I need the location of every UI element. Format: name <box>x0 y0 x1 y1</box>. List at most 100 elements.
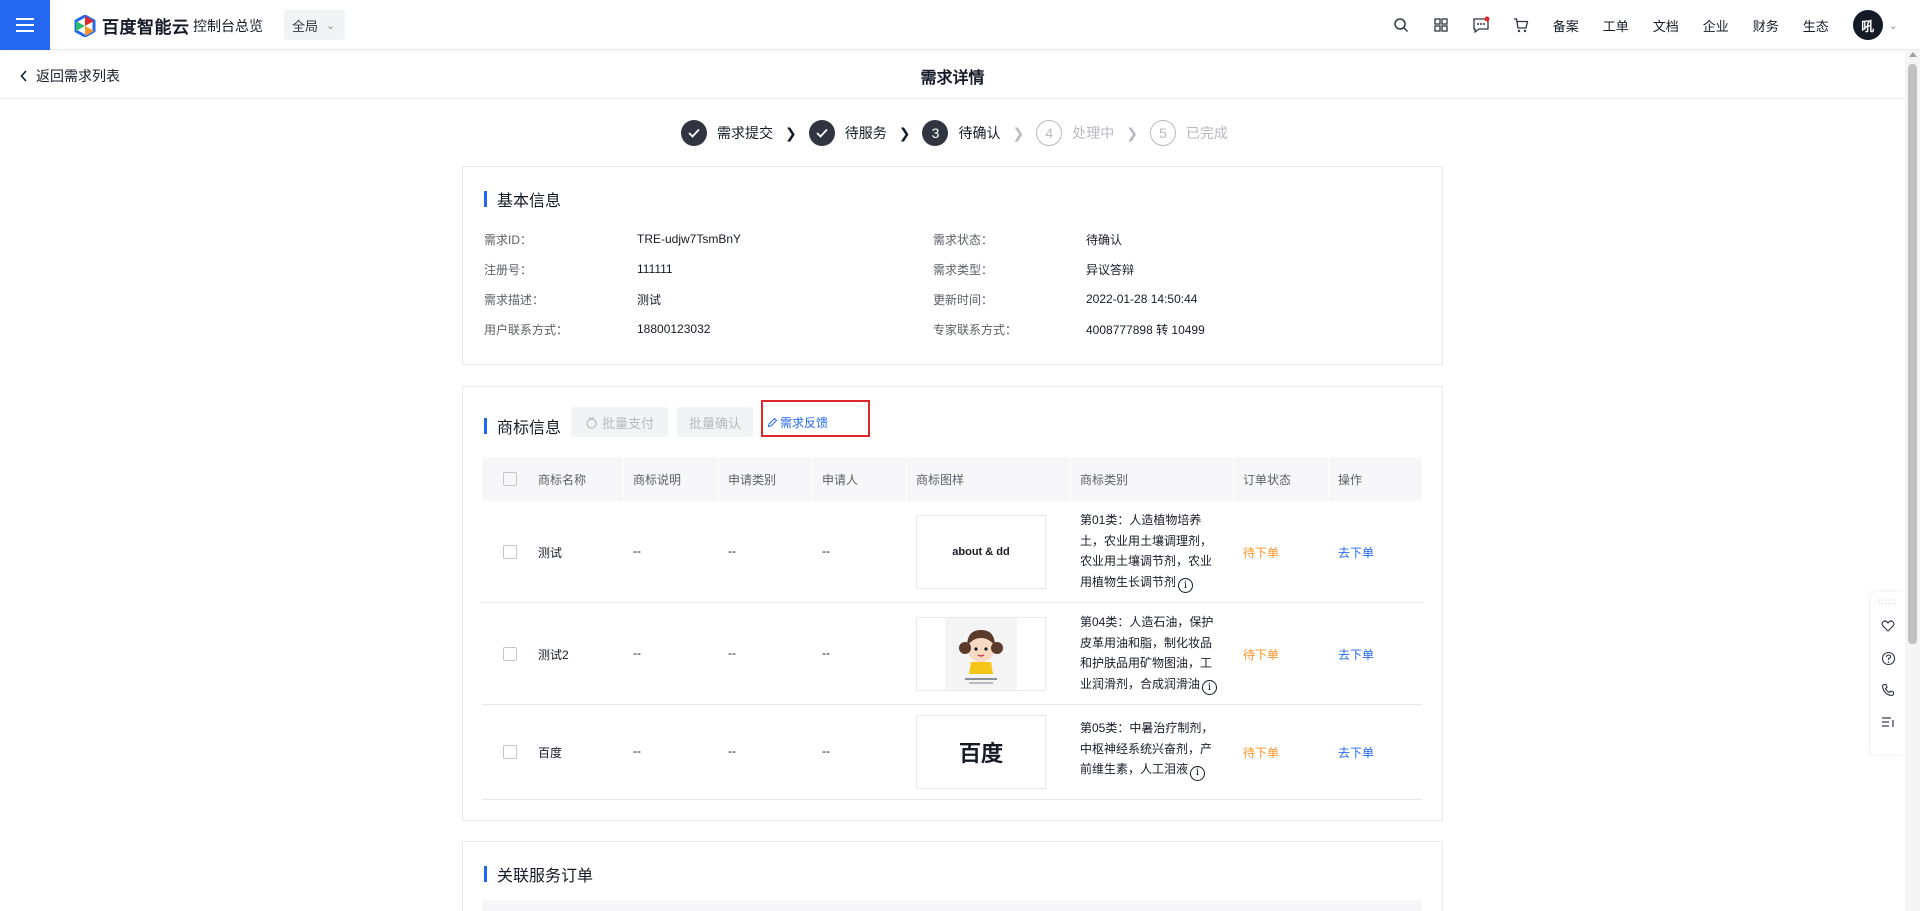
applicant: -- <box>822 744 830 758</box>
step-label: 待确认 <box>958 125 1001 141</box>
info-key: 需求类型： <box>933 262 994 277</box>
trademark-desc: -- <box>633 646 641 660</box>
apply-class: -- <box>728 646 736 660</box>
class-text: 第01类：人造植物培养土，农业用土壤调理剂，农业用土壤调节剂，农业用植物生长调节… <box>1080 513 1213 589</box>
batch-pay-button[interactable]: 批量支付 <box>571 407 668 437</box>
row-checkbox[interactable] <box>503 545 517 559</box>
feedback-list-button[interactable] <box>1871 706 1905 738</box>
info-value: TRE-udjw7TsmBnY <box>637 232 742 246</box>
brand-logo[interactable]: 百度智能云 <box>74 13 190 38</box>
messages-button[interactable] <box>1461 0 1501 50</box>
scrollbar-thumb[interactable] <box>1908 64 1917 644</box>
info-grid: 需求ID： TRE-udjw7TsmBnY 需求状态： 待确认 注册号： 111… <box>484 224 1424 344</box>
step-label: 待服务 <box>844 125 887 141</box>
chevron-right-icon: ❯ <box>1126 124 1138 141</box>
top-navbar: 百度智能云 控制台总览 全局 ⌄ 备案 工单 文档 企业 财务 生态 吼 ⌄ <box>0 0 1920 50</box>
class-text: 第04类：人造石油，保护皮革用油和脂，制化妆品和护肤品用矿物图油，工业润滑剂，合… <box>1080 615 1214 691</box>
row-checkbox[interactable] <box>503 647 517 661</box>
brand-name: 百度智能云 <box>102 18 190 37</box>
column-divider <box>1070 457 1071 501</box>
info-icon[interactable]: i <box>1202 680 1218 696</box>
info-key: 注册号： <box>484 262 533 277</box>
order-status: 待下单 <box>1243 648 1280 662</box>
column-divider <box>812 457 813 501</box>
favorite-button[interactable] <box>1871 610 1905 642</box>
info-key: 更新时间： <box>933 292 994 307</box>
baidu-cloud-logo-icon <box>74 14 96 37</box>
info-value: 111111 <box>637 262 673 276</box>
nav-enterprise[interactable]: 企业 <box>1703 16 1729 35</box>
order-status: 待下单 <box>1243 746 1280 760</box>
col-header: 商标图样 <box>916 473 965 487</box>
help-button[interactable] <box>1871 642 1905 674</box>
hamburger-menu-button[interactable] <box>0 0 50 50</box>
floating-help-panel: :::::: <box>1871 592 1905 754</box>
edit-icon <box>767 417 778 428</box>
page-title: 需求详情 <box>920 70 985 87</box>
col-header: 申请类别 <box>728 473 777 487</box>
column-divider <box>1328 457 1329 501</box>
chevron-down-icon[interactable]: ⌄ <box>1889 19 1898 32</box>
trademark-info-card: 商标信息 批量支付 批量确认 需求反馈 商标名称 商标说明 申请类别 申请人 商… <box>462 386 1443 821</box>
message-icon <box>1473 16 1490 34</box>
column-divider <box>1233 457 1234 501</box>
title-accent-bar <box>484 418 487 434</box>
trademark-class: 第05类：中暑治疗制剂，中枢神经系统兴奋剂，产前维生素，人工泪液 i <box>1080 718 1220 781</box>
info-icon[interactable]: i <box>1190 765 1206 781</box>
info-key: 需求ID： <box>484 232 533 247</box>
scroll-up-arrow-icon[interactable] <box>1909 52 1917 57</box>
trademark-name: 百度 <box>538 746 563 760</box>
place-order-link[interactable]: 去下单 <box>1338 646 1374 663</box>
user-avatar[interactable]: 吼 <box>1852 10 1883 40</box>
trademark-preview: 百度 <box>916 715 1046 789</box>
place-order-link[interactable]: 去下单 <box>1338 744 1374 761</box>
list-icon <box>1882 717 1894 727</box>
row-checkbox[interactable] <box>503 745 517 759</box>
step-5: 5 已完成 <box>1149 120 1228 146</box>
heart-icon <box>1881 620 1895 632</box>
cart-icon <box>1513 18 1529 33</box>
batch-pay-label: 批量支付 <box>601 415 654 431</box>
chevron-right-icon: ❯ <box>898 124 911 141</box>
step-label: 已完成 <box>1185 125 1228 141</box>
nav-ecosystem[interactable]: 生态 <box>1803 16 1829 35</box>
products-button[interactable] <box>1421 0 1461 50</box>
step-label: 需求提交 <box>717 125 773 141</box>
info-row: 需求ID： TRE-udjw7TsmBnY 需求状态： 待确认 <box>484 224 1424 254</box>
nav-finance[interactable]: 财务 <box>1753 16 1779 35</box>
console-overview-link[interactable]: 控制台总览 <box>193 16 263 36</box>
requirement-feedback-link[interactable]: 需求反馈 <box>767 414 828 431</box>
trademark-preview <box>916 617 1046 691</box>
table-row: 测试 -- -- -- about & dd 第01类：人造植物培养土，农业用土… <box>482 501 1422 603</box>
nav-docs[interactable]: 文档 <box>1653 16 1679 35</box>
table-header: 商标名称 商标说明 申请类别 申请人 商标图样 商标类别 订单状态 操作 <box>482 457 1422 501</box>
info-value: 异议答辩 <box>1086 262 1135 277</box>
trademark-preview: about & dd <box>916 515 1046 589</box>
select-all-checkbox[interactable] <box>503 472 517 486</box>
drag-handle-icon[interactable]: :::::: <box>1871 592 1905 610</box>
step-number: 4 <box>1036 120 1063 146</box>
feedback-label: 需求反馈 <box>780 416 829 430</box>
batch-confirm-button[interactable]: 批量确认 <box>677 407 753 437</box>
col-header: 商标类别 <box>1080 473 1129 487</box>
nav-ticket[interactable]: 工单 <box>1603 16 1629 35</box>
trademark-class: 第04类：人造石油，保护皮革用油和脂，制化妆品和护肤品用矿物图油，工业润滑剂，合… <box>1080 612 1220 696</box>
page-scrollbar[interactable] <box>1905 50 1920 911</box>
cart-button[interactable] <box>1501 0 1541 50</box>
info-key: 专家联系方式： <box>933 322 1018 337</box>
info-key: 用户联系方式： <box>484 322 569 337</box>
contact-button[interactable] <box>1871 674 1905 706</box>
region-select[interactable]: 全局 ⌄ <box>284 10 345 40</box>
info-key: 需求状态： <box>933 232 994 247</box>
col-header: 操作 <box>1338 473 1363 487</box>
step-4: 4 处理中 <box>1036 120 1114 146</box>
nav-beian[interactable]: 备案 <box>1553 16 1579 35</box>
cartoon-girl-image <box>945 618 1017 690</box>
trademark-class: 第01类：人造植物培养土，农业用土壤调理剂，农业用土壤调节剂，农业用植物生长调节… <box>1080 510 1220 594</box>
phone-icon <box>1881 683 1895 697</box>
info-icon[interactable]: i <box>1178 578 1194 594</box>
search-button[interactable] <box>1381 0 1421 50</box>
info-row: 用户联系方式： 18800123032 专家联系方式： 4008777898 转… <box>484 314 1424 344</box>
place-order-link[interactable]: 去下单 <box>1338 544 1374 561</box>
col-header: 商标名称 <box>538 473 587 487</box>
